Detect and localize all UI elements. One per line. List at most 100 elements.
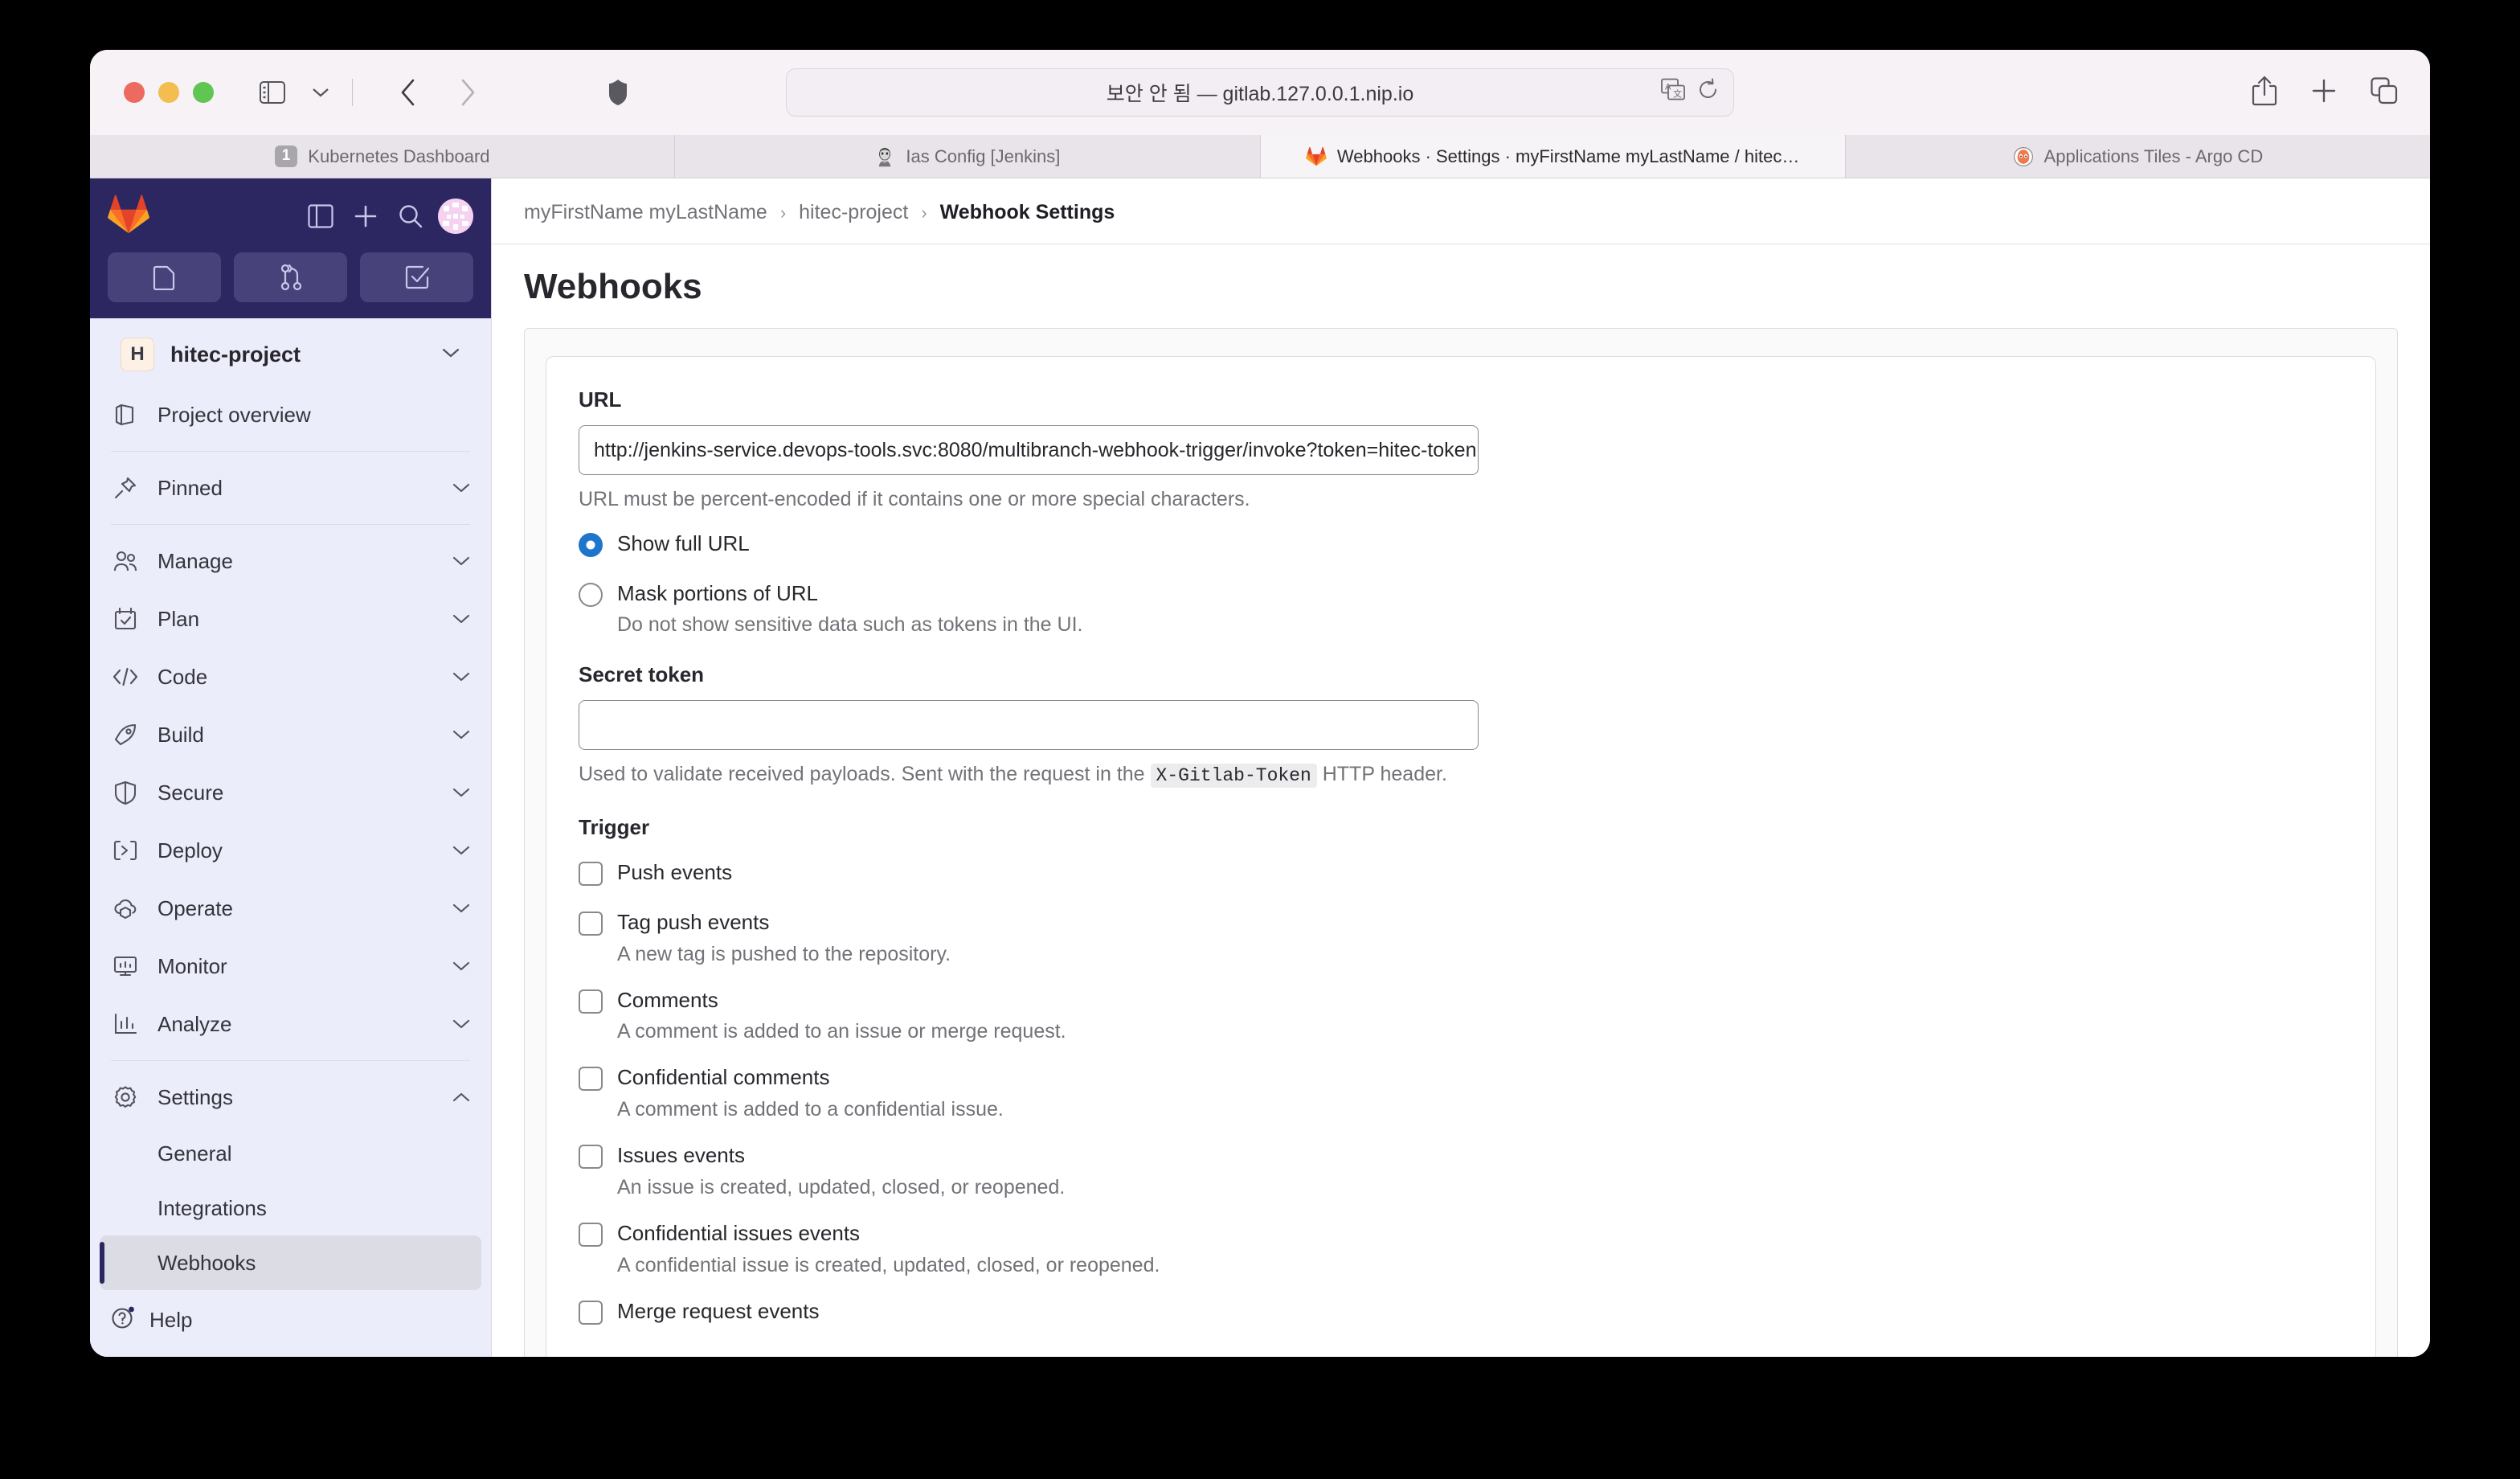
url-help-text: URL must be percent-encoded if it contai… — [579, 488, 1250, 510]
sidebar-toggle-icon[interactable] — [251, 71, 294, 114]
sidebar-item-integrations[interactable]: Integrations — [100, 1181, 481, 1235]
url-visibility-option-mask[interactable]: Mask portions of URL Do not show sensiti… — [579, 579, 2343, 639]
cloud-cube-icon — [111, 897, 140, 920]
checkbox-merge-request-events[interactable] — [579, 1300, 603, 1325]
sidebar-item-build[interactable]: Build — [100, 706, 481, 764]
radio-mask-portions-of-url[interactable] — [579, 582, 603, 607]
chevron-down-icon[interactable] — [441, 346, 460, 363]
sidebar-item-label: Build — [158, 722, 204, 747]
browser-tab-jenkins[interactable]: Ias Config [Jenkins] — [675, 135, 1261, 178]
sidebar-item-project-overview[interactable]: Project overview — [100, 386, 481, 444]
sidebar-item-pinned[interactable]: Pinned — [100, 459, 481, 517]
sidebar-item-deploy[interactable]: Deploy — [100, 821, 481, 879]
tab-overview-icon[interactable] — [2371, 76, 2398, 109]
todo-check-icon — [405, 265, 429, 289]
close-window-button[interactable] — [124, 82, 145, 103]
argocd-icon — [2013, 146, 2033, 166]
sidebar-item-manage[interactable]: Manage — [100, 532, 481, 590]
sidebar-item-analyze[interactable]: Analyze — [100, 995, 481, 1053]
option-label: Comments — [617, 987, 718, 1012]
sidebar-item-monitor[interactable]: Monitor — [100, 937, 481, 995]
pin-icon — [111, 476, 140, 500]
trigger-option-comments[interactable]: Comments A comment is added to an issue … — [579, 985, 2343, 1046]
share-icon[interactable] — [2252, 76, 2277, 110]
browser-window: 보안 안 됨 — gitlab.127.0.0.1.nip.io A 文 1 K… — [90, 50, 2430, 1357]
trigger-option-confidential-issues-events[interactable]: Confidential issues events A confidentia… — [579, 1219, 2343, 1279]
create-new-plus-icon[interactable] — [343, 194, 388, 239]
chevron-down-icon[interactable] — [452, 729, 470, 740]
secret-token-input[interactable] — [579, 700, 1479, 751]
sidebar-item-label: Plan — [158, 606, 200, 631]
issues-shortcut[interactable] — [108, 252, 221, 302]
sidebar-item-settings[interactable]: Settings — [100, 1068, 481, 1126]
trigger-option-merge-request-events[interactable]: Merge request events — [579, 1297, 2343, 1329]
forward-button[interactable] — [446, 71, 489, 114]
breadcrumb-item-group[interactable]: myFirstName myLastName — [524, 201, 767, 224]
todos-shortcut[interactable] — [360, 252, 473, 302]
chevron-down-icon[interactable] — [452, 903, 470, 914]
user-avatar[interactable] — [438, 199, 473, 234]
sidebar-item-webhooks[interactable]: Webhooks — [100, 1235, 481, 1290]
chevron-down-icon[interactable] — [452, 613, 470, 625]
sidebar-item-general[interactable]: General — [100, 1126, 481, 1181]
trigger-option-issues-events[interactable]: Issues events An issue is created, updat… — [579, 1141, 2343, 1201]
chevron-down-icon[interactable] — [452, 845, 470, 856]
sidebar-footer: Help — [90, 1301, 491, 1357]
help-button[interactable]: Help — [111, 1305, 470, 1336]
sidebar-item-secure[interactable]: Secure — [100, 764, 481, 821]
chevron-down-icon[interactable] — [452, 1018, 470, 1030]
breadcrumb-item-project[interactable]: hitec-project — [799, 201, 908, 224]
minimize-window-button[interactable] — [158, 82, 179, 103]
chevron-up-icon[interactable] — [452, 1092, 470, 1103]
chevron-down-icon[interactable] — [452, 482, 470, 494]
sidebar-item-code[interactable]: Code — [100, 648, 481, 706]
chevron-down-icon[interactable] — [452, 555, 470, 567]
project-switcher[interactable]: H hitec-project — [100, 325, 481, 384]
sidebar-toggle-chevron-down-icon[interactable] — [299, 71, 342, 114]
main-content: myFirstName myLastName › hitec-project ›… — [492, 178, 2430, 1357]
browser-tab-kubernetes-dashboard[interactable]: 1 Kubernetes Dashboard — [90, 135, 676, 178]
address-text: 보안 안 됨 — gitlab.127.0.0.1.nip.io — [1106, 83, 1414, 105]
search-icon[interactable] — [388, 194, 433, 239]
maximize-window-button[interactable] — [193, 82, 214, 103]
checkbox-confidential-issues-events[interactable] — [579, 1222, 603, 1247]
sidebar-divider — [111, 1060, 470, 1061]
checkbox-issues-events[interactable] — [579, 1145, 603, 1170]
webhook-form-card: URL http://jenkins-service.devops-tools.… — [546, 356, 2376, 1357]
privacy-report-button[interactable] — [608, 79, 628, 106]
url-input[interactable]: http://jenkins-service.devops-tools.svc:… — [579, 425, 1479, 475]
checkbox-confidential-comments[interactable] — [579, 1067, 603, 1092]
checkbox-tag-push-events[interactable] — [579, 912, 603, 936]
checkbox-comments[interactable] — [579, 989, 603, 1014]
browser-tab-gitlab-webhooks[interactable]: Webhooks · Settings · myFirstName myLast… — [1260, 135, 1846, 178]
option-label: Issues events — [617, 1143, 745, 1168]
chevron-down-icon[interactable] — [452, 961, 470, 972]
trigger-option-push-events[interactable]: Push events — [579, 858, 2343, 890]
trigger-option-tag-push-events[interactable]: Tag push events A new tag is pushed to t… — [579, 907, 2343, 968]
trigger-option-confidential-comments[interactable]: Confidential comments A comment is added… — [579, 1063, 2343, 1123]
x-gitlab-token-code: X-Gitlab-Token — [1150, 764, 1317, 789]
checkbox-push-events[interactable] — [579, 862, 603, 887]
back-button[interactable] — [387, 71, 430, 114]
translate-icon[interactable]: A 文 — [1661, 78, 1685, 107]
sidebar-collapse-icon[interactable] — [298, 194, 343, 239]
sidebar-nav: Project overview Pinned Manage Plan Code… — [90, 386, 491, 1301]
sidebar-item-operate[interactable]: Operate — [100, 879, 481, 937]
address-bar[interactable]: 보안 안 됨 — gitlab.127.0.0.1.nip.io A 文 — [786, 68, 1734, 117]
calendar-icon — [111, 608, 140, 630]
radio-show-full-url[interactable] — [579, 533, 603, 557]
browser-tab-argocd[interactable]: Applications Tiles - Argo CD — [1846, 135, 2430, 178]
secret-token-help-text: Used to validate received payloads. Sent… — [579, 763, 2343, 789]
chevron-down-icon[interactable] — [452, 671, 470, 682]
url-visibility-option-show-full[interactable]: Show full URL — [579, 529, 2343, 561]
reload-icon[interactable] — [1698, 78, 1719, 107]
merge-requests-shortcut[interactable] — [234, 252, 347, 302]
help-label: Help — [149, 1308, 193, 1332]
form-top-strip — [525, 338, 2397, 356]
project-overview-icon — [111, 403, 140, 427]
sidebar-item-plan[interactable]: Plan — [100, 590, 481, 648]
project-name: hitec-project — [170, 342, 301, 367]
gitlab-logo-icon[interactable] — [108, 195, 149, 239]
new-tab-icon[interactable] — [2311, 78, 2337, 108]
chevron-down-icon[interactable] — [452, 787, 470, 798]
